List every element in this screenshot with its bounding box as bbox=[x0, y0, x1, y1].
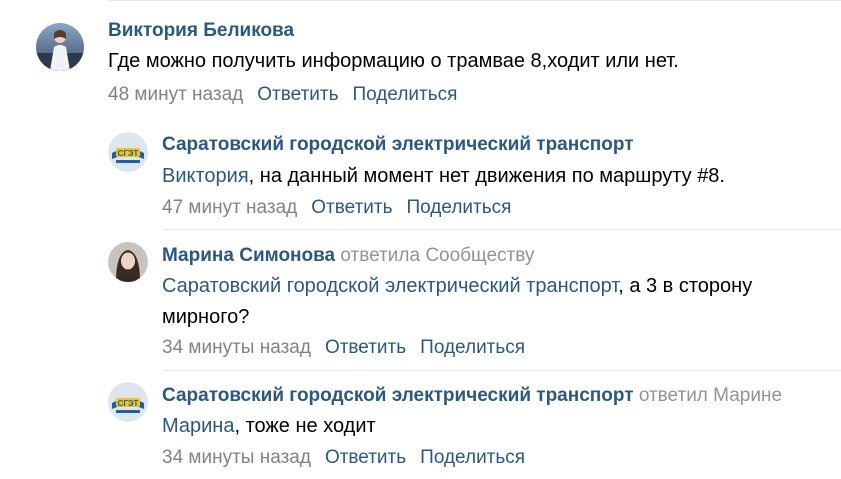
comment-text: Саратовский городской электрический тран… bbox=[162, 271, 752, 302]
mention-link[interactable]: Марина bbox=[162, 415, 234, 437]
share-button[interactable]: Поделиться bbox=[420, 447, 525, 468]
comment-author[interactable]: Саратовский городской электрический тран… bbox=[162, 134, 634, 156]
comment-author: Марина Симонова ответила Сообществу bbox=[162, 245, 534, 267]
comment-meta: 34 минуты назад Ответить Поделиться bbox=[162, 447, 525, 469]
comment-time[interactable]: 34 минуты назад bbox=[162, 447, 311, 468]
community-logo-icon: СГЭТ bbox=[108, 132, 148, 172]
avatar[interactable] bbox=[36, 23, 84, 71]
comment-time[interactable]: 47 минут назад bbox=[162, 197, 297, 218]
comment-text-body: , на данный момент нет движения по маршр… bbox=[248, 165, 725, 187]
share-button[interactable]: Поделиться bbox=[420, 337, 525, 358]
reply-to-label[interactable]: ответила Сообществу bbox=[340, 245, 534, 266]
comment-text-body: , а 3 в сторону bbox=[618, 275, 753, 297]
comment-meta: 48 минут назад Ответить Поделиться bbox=[108, 84, 457, 106]
comment-meta: 47 минут назад Ответить Поделиться bbox=[162, 197, 511, 219]
comment-author[interactable]: Виктория Беликова bbox=[108, 20, 294, 42]
comment-text: Где можно получить информацию о трамвае … bbox=[108, 50, 679, 72]
share-button[interactable]: Поделиться bbox=[353, 84, 458, 105]
author-name[interactable]: Саратовский городской электрический тран… bbox=[162, 385, 634, 406]
comment-text: Виктория, на данный момент нет движения … bbox=[162, 161, 725, 192]
share-button[interactable]: Поделиться bbox=[407, 197, 512, 218]
comment-time[interactable]: 34 минуты назад bbox=[162, 337, 311, 358]
comment-author: Саратовский городской электрический тран… bbox=[162, 385, 782, 407]
user-avatar-photo-icon bbox=[36, 23, 84, 71]
user-avatar-photo-icon bbox=[108, 242, 148, 282]
reply-button[interactable]: Ответить bbox=[311, 197, 392, 218]
community-logo-icon: СГЭТ bbox=[108, 382, 148, 422]
avatar[interactable]: СГЭТ bbox=[108, 132, 148, 172]
svg-text:СГЭТ: СГЭТ bbox=[118, 399, 139, 408]
comment-time[interactable]: 48 минут назад bbox=[108, 84, 243, 105]
avatar[interactable]: СГЭТ bbox=[108, 382, 148, 422]
comment-text-body: , тоже не ходит bbox=[234, 415, 376, 437]
mention-link[interactable]: Саратовский городской электрический тран… bbox=[162, 275, 618, 297]
comment-top-level: Виктория Беликова Где можно получить инф… bbox=[0, 0, 841, 115]
comment-reply: СГЭТ Саратовский городской электрический… bbox=[0, 370, 841, 479]
comment-reply: СГЭТ Саратовский городской электрический… bbox=[0, 120, 841, 230]
author-name[interactable]: Марина Симонова bbox=[162, 245, 335, 266]
reply-to-label[interactable]: ответил Марине bbox=[639, 385, 782, 406]
mention-link[interactable]: Виктория bbox=[162, 165, 249, 187]
comment-meta: 34 минуты назад Ответить Поделиться bbox=[162, 337, 525, 359]
reply-button[interactable]: Ответить bbox=[257, 84, 338, 105]
reply-button[interactable]: Ответить bbox=[325, 337, 406, 358]
comment-text-line2: мирного? bbox=[162, 306, 250, 328]
avatar[interactable] bbox=[108, 242, 148, 282]
comment-reply: Марина Симонова ответила Сообществу Сара… bbox=[0, 230, 841, 370]
reply-button[interactable]: Ответить bbox=[325, 447, 406, 468]
comment-text: Марина, тоже не ходит bbox=[162, 411, 376, 442]
svg-text:СГЭТ: СГЭТ bbox=[118, 149, 139, 158]
